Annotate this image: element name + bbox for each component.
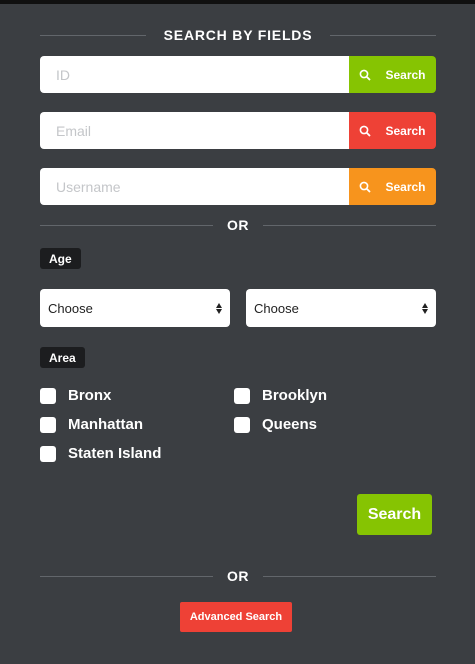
age-from-value: Choose [48, 300, 93, 316]
advanced-search-button[interactable]: Advanced Search [180, 602, 292, 632]
header-divider: SEARCH BY FIELDS [40, 25, 437, 45]
id-search-label: Search [385, 67, 426, 82]
or-divider: OR [40, 215, 436, 235]
email-input[interactable] [40, 112, 349, 149]
select-arrows-icon [216, 302, 222, 314]
area-option-manhattan[interactable]: Manhattan [40, 416, 143, 433]
area-option-queens[interactable]: Queens [234, 416, 317, 433]
id-search-button[interactable]: Search [349, 56, 436, 93]
email-search-label: Search [385, 123, 426, 138]
age-to-select[interactable]: Choose [246, 289, 436, 327]
checkbox[interactable] [40, 416, 56, 433]
divider-line-right [263, 575, 436, 577]
divider-line-left [40, 34, 146, 36]
or-label: OR [227, 217, 249, 233]
id-input[interactable] [40, 56, 349, 93]
or-divider-bottom: OR [40, 566, 436, 586]
or-label: OR [227, 568, 249, 584]
area-tag: Area [40, 347, 85, 368]
search-icon [360, 181, 372, 193]
search-icon [360, 69, 372, 81]
divider-line-right [330, 34, 437, 36]
search-panel: SEARCH BY FIELDS Search Search [0, 0, 475, 664]
checkbox[interactable] [40, 445, 56, 462]
age-tag: Age [40, 248, 81, 269]
area-option-label: Manhattan [68, 416, 143, 433]
checkbox[interactable] [234, 387, 250, 404]
area-option-label: Brooklyn [262, 387, 328, 404]
select-arrows-icon [422, 302, 428, 314]
age-from-select[interactable]: Choose [40, 289, 230, 327]
area-option-brooklyn[interactable]: Brooklyn [234, 387, 327, 404]
area-option-bronx[interactable]: Bronx [40, 387, 111, 404]
area-option-label: Bronx [68, 387, 112, 404]
username-search-row: Search [40, 168, 436, 205]
area-option-label: Staten Island [68, 445, 162, 462]
panel-title: SEARCH BY FIELDS [163, 27, 313, 43]
divider-line-right [263, 224, 436, 226]
checkbox[interactable] [234, 416, 250, 433]
username-search-label: Search [385, 179, 426, 194]
search-icon [360, 125, 372, 137]
divider-line-left [40, 575, 213, 577]
age-to-value: Choose [254, 300, 299, 316]
search-button[interactable]: Search [357, 494, 432, 535]
checkbox[interactable] [40, 387, 56, 404]
area-option-staten-island[interactable]: Staten Island [40, 445, 161, 462]
divider-line-left [40, 224, 213, 226]
id-search-row: Search [40, 56, 436, 93]
email-search-row: Search [40, 112, 436, 149]
area-option-label: Queens [262, 416, 318, 433]
email-search-button[interactable]: Search [349, 112, 436, 149]
username-input[interactable] [40, 168, 349, 205]
username-search-button[interactable]: Search [349, 168, 436, 205]
